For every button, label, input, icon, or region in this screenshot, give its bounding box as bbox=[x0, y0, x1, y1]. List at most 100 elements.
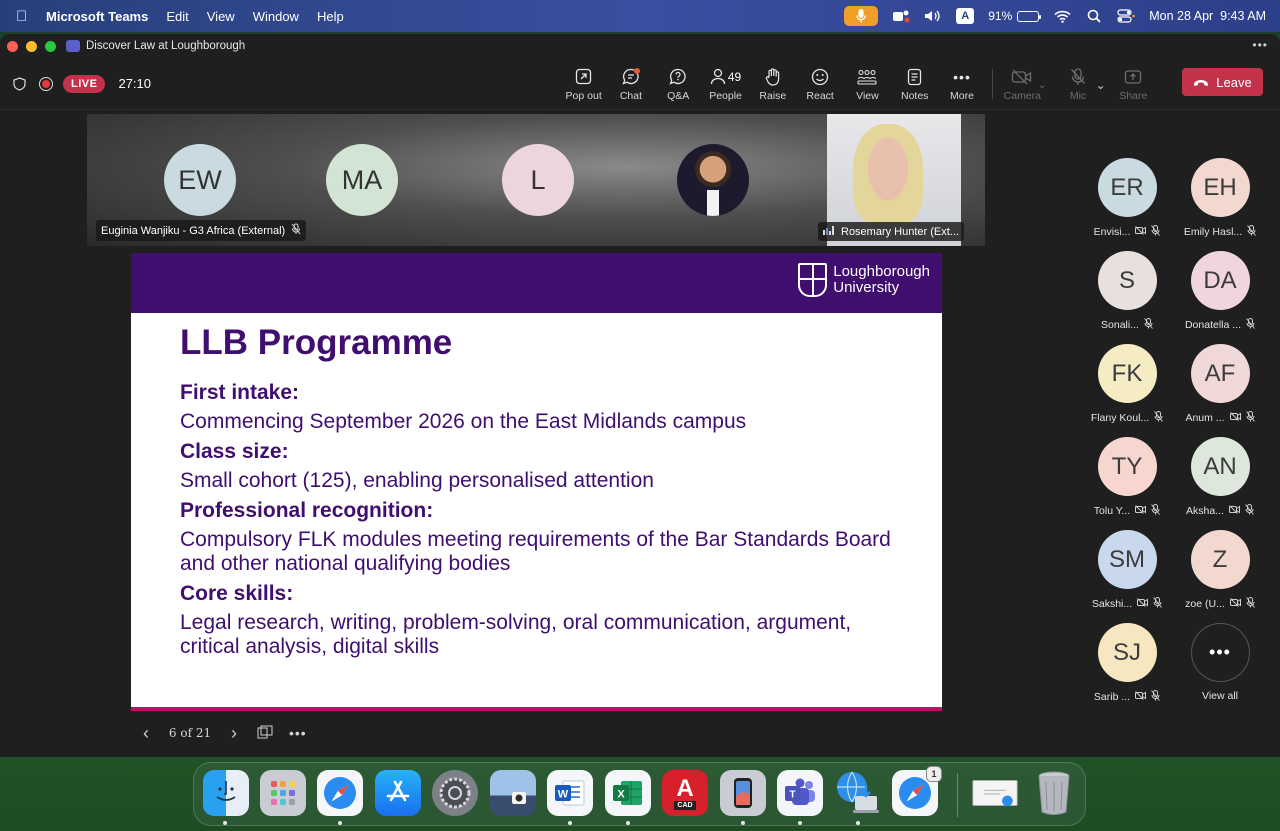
microsoft-teams-app-icon[interactable]: T bbox=[777, 770, 823, 816]
pop-out-button[interactable]: Pop out bbox=[560, 58, 607, 110]
apple-menu-icon[interactable]:  bbox=[16, 8, 36, 25]
camera-label: Camera bbox=[1003, 89, 1041, 102]
input-source-icon[interactable]: A bbox=[956, 8, 975, 24]
participant-tile[interactable]: S Sonali... bbox=[1080, 251, 1174, 341]
qa-button[interactable]: Q&A bbox=[655, 58, 702, 110]
participant-tile-avatar[interactable]: L bbox=[502, 144, 574, 216]
participant-tile[interactable]: EH Emily Hasl... bbox=[1173, 158, 1267, 248]
camera-off-icon bbox=[1135, 505, 1147, 516]
more-button[interactable]: ••• More bbox=[938, 58, 985, 110]
participant-name: Euginia Wanjiku - G3 Africa (External) bbox=[101, 224, 286, 237]
slide-overview-icon[interactable] bbox=[257, 725, 275, 742]
teams-logo-icon bbox=[66, 40, 80, 52]
participant-tile[interactable]: SM Sakshi... bbox=[1080, 530, 1174, 620]
camera-off-icon bbox=[1228, 505, 1240, 516]
react-button[interactable]: React bbox=[796, 58, 843, 110]
participant-avatar: TY bbox=[1097, 437, 1157, 496]
finder-app-icon[interactable] bbox=[203, 770, 249, 816]
running-indicator bbox=[741, 821, 745, 825]
battery-indicator[interactable]: 91% bbox=[988, 9, 1042, 23]
menu-app-name[interactable]: Microsoft Teams bbox=[46, 9, 148, 24]
shared-presentation-slide: Loughborough University LLB Programme Fi… bbox=[131, 253, 942, 711]
launchpad-app-icon[interactable] bbox=[260, 770, 306, 816]
safari-app-icon[interactable] bbox=[317, 770, 363, 816]
spotlight-search-icon[interactable] bbox=[1085, 8, 1103, 24]
window-controls bbox=[7, 40, 56, 52]
app-store-app-icon[interactable] bbox=[375, 770, 421, 816]
participant-name-row: Aksha... bbox=[1186, 504, 1254, 517]
participant-photo-avatar[interactable] bbox=[677, 144, 749, 216]
battery-icon bbox=[1017, 10, 1042, 22]
menu-edit[interactable]: Edit bbox=[166, 9, 188, 24]
zoom-window-button[interactable] bbox=[45, 40, 56, 52]
window-more-icon[interactable]: ••• bbox=[1252, 38, 1268, 52]
minimize-window-button[interactable] bbox=[26, 40, 37, 52]
participant-avatar: SJ bbox=[1097, 623, 1157, 682]
volume-icon[interactable] bbox=[924, 8, 942, 24]
menu-window[interactable]: Window bbox=[253, 9, 299, 24]
mic-muted-icon bbox=[1151, 504, 1161, 517]
participant-name-row: Sarib ... bbox=[1094, 690, 1160, 703]
dock-separator bbox=[957, 773, 958, 817]
participant-name: Tolu Y... bbox=[1093, 504, 1131, 517]
wifi-icon[interactable] bbox=[1053, 8, 1071, 24]
iphone-mirroring-app-icon[interactable] bbox=[720, 770, 766, 816]
slide-more-options-icon[interactable]: ••• bbox=[289, 725, 307, 741]
previous-slide-chevron-icon[interactable]: ‹ bbox=[131, 723, 161, 744]
excel-app-icon[interactable]: X bbox=[605, 770, 651, 816]
participant-tile[interactable]: SJ Sarib ... bbox=[1080, 623, 1174, 713]
video-strip: EW MA L Euginia Wanjiku - G3 Africa (Ext… bbox=[87, 114, 985, 246]
participant-tile[interactable]: FK Flany Koul... bbox=[1080, 344, 1174, 434]
section-text: Commencing September 2026 on the East Mi… bbox=[180, 410, 747, 433]
raise-hand-button[interactable]: Raise bbox=[749, 58, 796, 110]
downloads-globe-app-icon[interactable] bbox=[835, 770, 881, 816]
participant-tile[interactable]: Zzoe (U... bbox=[1173, 530, 1267, 620]
word-app-icon[interactable]: W bbox=[547, 770, 593, 816]
microphone-in-use-icon[interactable] bbox=[844, 6, 879, 26]
mic-button[interactable]: Mic bbox=[1054, 58, 1101, 110]
recording-icon[interactable] bbox=[39, 76, 53, 91]
qa-label: Q&A bbox=[667, 89, 690, 102]
control-center-icon[interactable] bbox=[1117, 8, 1136, 24]
participant-tile[interactable]: ER Envisi... bbox=[1080, 158, 1174, 248]
svg-text:X: X bbox=[617, 789, 625, 801]
participant-name: Sarib ... bbox=[1093, 690, 1131, 703]
qa-icon bbox=[669, 67, 687, 87]
running-indicator bbox=[798, 821, 802, 825]
participant-tile[interactable]: DA Donatella ... bbox=[1173, 251, 1267, 341]
participant-tile-avatar[interactable]: MA bbox=[326, 144, 398, 216]
view-all-participants-button[interactable]: ••• View all bbox=[1173, 623, 1267, 713]
menu-bar-clock[interactable]: Mon 28 Apr 9:43 AM bbox=[1149, 9, 1266, 23]
preview-app-icon[interactable] bbox=[490, 770, 536, 816]
meeting-stage: EW MA L Euginia Wanjiku - G3 Africa (Ext… bbox=[0, 110, 1280, 757]
notes-button[interactable]: Notes bbox=[891, 58, 938, 110]
notes-label: Notes bbox=[901, 89, 929, 102]
share-button[interactable]: Share bbox=[1110, 58, 1157, 110]
participant-tile-avatar[interactable]: EW bbox=[164, 144, 236, 216]
menu-view[interactable]: View bbox=[207, 9, 235, 24]
close-window-button[interactable] bbox=[7, 40, 18, 52]
safari-web-app-icon[interactable]: 1 bbox=[892, 766, 942, 816]
next-slide-chevron-icon[interactable]: › bbox=[219, 723, 249, 744]
svg-text:T: T bbox=[789, 790, 795, 801]
participant-tile[interactable]: TY Tolu Y... bbox=[1080, 437, 1174, 527]
speaking-indicator-icon bbox=[823, 225, 835, 238]
camera-off-icon bbox=[1011, 67, 1033, 87]
view-button[interactable]: View bbox=[844, 58, 891, 110]
chat-button[interactable]: Chat bbox=[607, 58, 654, 110]
shield-icon[interactable] bbox=[13, 76, 27, 91]
participant-tile[interactable]: AF Anum ... bbox=[1173, 344, 1267, 434]
teams-status-icon[interactable] bbox=[892, 8, 910, 24]
pop-out-icon bbox=[575, 67, 592, 87]
leave-button[interactable]: Leave bbox=[1182, 68, 1263, 96]
menu-help[interactable]: Help bbox=[317, 9, 344, 24]
people-button[interactable]: 49 People bbox=[702, 58, 749, 110]
pop-out-label: Pop out bbox=[565, 89, 602, 102]
meeting-timer: 27:10 bbox=[118, 76, 151, 91]
downloads-stack-icon[interactable] bbox=[972, 770, 1018, 816]
system-settings-app-icon[interactable] bbox=[432, 770, 478, 816]
smiley-icon bbox=[811, 67, 829, 87]
autocad-app-icon[interactable]: A CAD bbox=[662, 770, 708, 816]
trash-app-icon[interactable] bbox=[1031, 770, 1077, 816]
participant-tile[interactable]: AN Aksha... bbox=[1173, 437, 1267, 527]
